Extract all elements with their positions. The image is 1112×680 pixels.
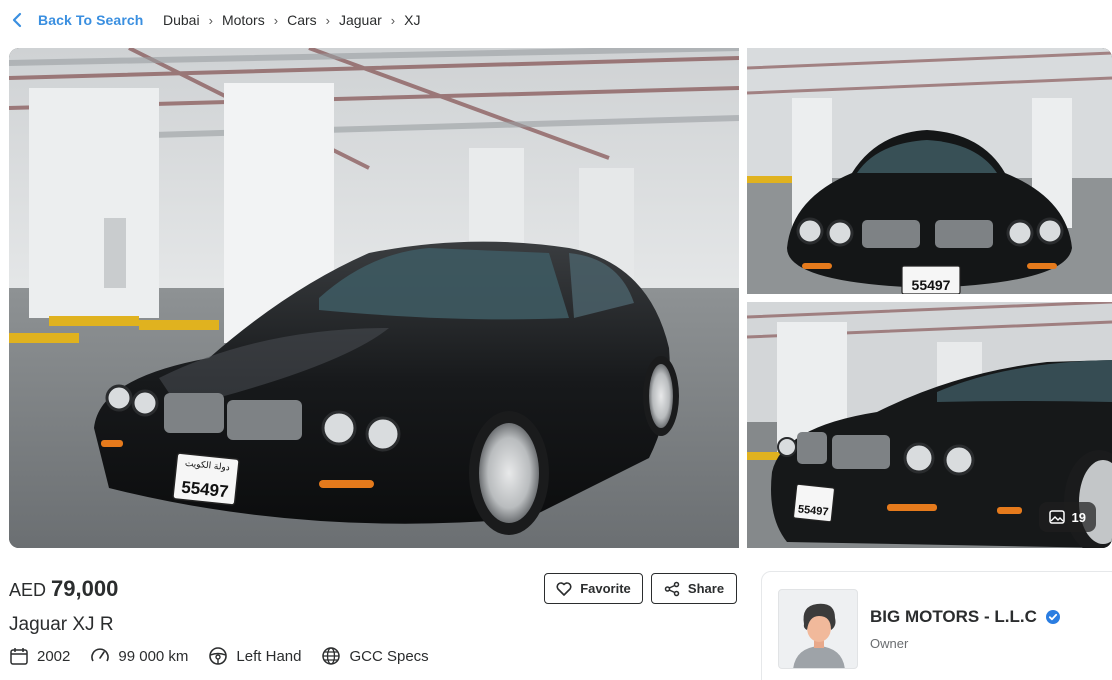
speedometer-icon — [91, 648, 110, 662]
share-icon — [664, 581, 680, 596]
spec-year-value: 2002 — [37, 647, 71, 665]
favorite-button[interactable]: Favorite — [544, 573, 643, 604]
thumbnail-photo-front[interactable]: 55497 — [747, 48, 1112, 294]
back-to-search-link[interactable]: Back To Search — [10, 11, 143, 29]
share-label: Share — [687, 581, 725, 596]
car-photo-front-quarter: دولة الكويت 55497 — [9, 48, 739, 548]
svg-text:55497: 55497 — [912, 277, 951, 293]
price: AED 79,000 — [9, 576, 118, 602]
breadcrumb-separator: › — [390, 12, 396, 28]
main-photo[interactable]: دولة الكويت 55497 — [9, 48, 739, 548]
listing-title: Jaguar XJ R — [9, 614, 114, 635]
breadcrumb-item-xj[interactable]: XJ — [404, 12, 420, 28]
spec-list: 2002 99 000 km Left Hand GCC Specs — [9, 646, 449, 666]
calendar-icon — [10, 648, 28, 665]
breadcrumb-item-motors[interactable]: Motors — [222, 12, 265, 28]
photo-count-badge[interactable]: 19 — [1038, 502, 1096, 532]
favorite-label: Favorite — [580, 581, 631, 596]
back-to-search-label: Back To Search — [38, 12, 144, 28]
photo-count: 19 — [1071, 509, 1086, 525]
thumbnail-photo-side[interactable]: 55497 19 — [747, 302, 1112, 548]
seller-name-text: BIG MOTORS - L.L.C — [870, 607, 1037, 626]
seller-card: BIG MOTORS - L.L.C Owner — [761, 571, 1112, 680]
breadcrumb-separator: › — [273, 12, 279, 28]
share-button[interactable]: Share — [651, 573, 737, 604]
price-currency: AED — [9, 580, 47, 600]
spec-steering: Left Hand — [208, 646, 301, 666]
breadcrumb-item-cars[interactable]: Cars — [287, 12, 317, 28]
breadcrumb-item-dubai[interactable]: Dubai — [163, 12, 200, 28]
spec-mileage: 99 000 km — [90, 646, 188, 666]
spec-steering-value: Left Hand — [236, 647, 302, 665]
spec-mileage-value: 99 000 km — [118, 647, 189, 665]
avatar-placeholder-icon — [793, 603, 845, 668]
breadcrumb-item-jaguar[interactable]: Jaguar — [339, 12, 382, 28]
avatar[interactable] — [778, 589, 858, 669]
spec-year: 2002 — [9, 646, 70, 666]
globe-icon — [322, 647, 341, 665]
spec-region-value: GCC Specs — [349, 647, 429, 665]
breadcrumb-separator: › — [325, 12, 330, 28]
verified-badge-icon — [1045, 610, 1060, 624]
spec-region: GCC Specs — [321, 646, 429, 666]
breadcrumb: Dubai › Motors › Cars › Jaguar › XJ — [163, 12, 420, 28]
seller-name[interactable]: BIG MOTORS - L.L.C — [870, 607, 1061, 627]
steering-wheel-icon — [209, 647, 228, 665]
breadcrumb-separator: › — [208, 12, 213, 28]
top-bar: Back To Search Dubai › Motors › Cars › J… — [0, 0, 1112, 40]
price-amount: 79,000 — [51, 576, 119, 601]
image-icon — [1048, 510, 1065, 524]
seller-role: Owner — [870, 636, 909, 651]
car-photo-front: 55497 — [747, 48, 1112, 294]
heart-icon — [556, 581, 572, 596]
chevron-left-icon — [12, 12, 22, 28]
